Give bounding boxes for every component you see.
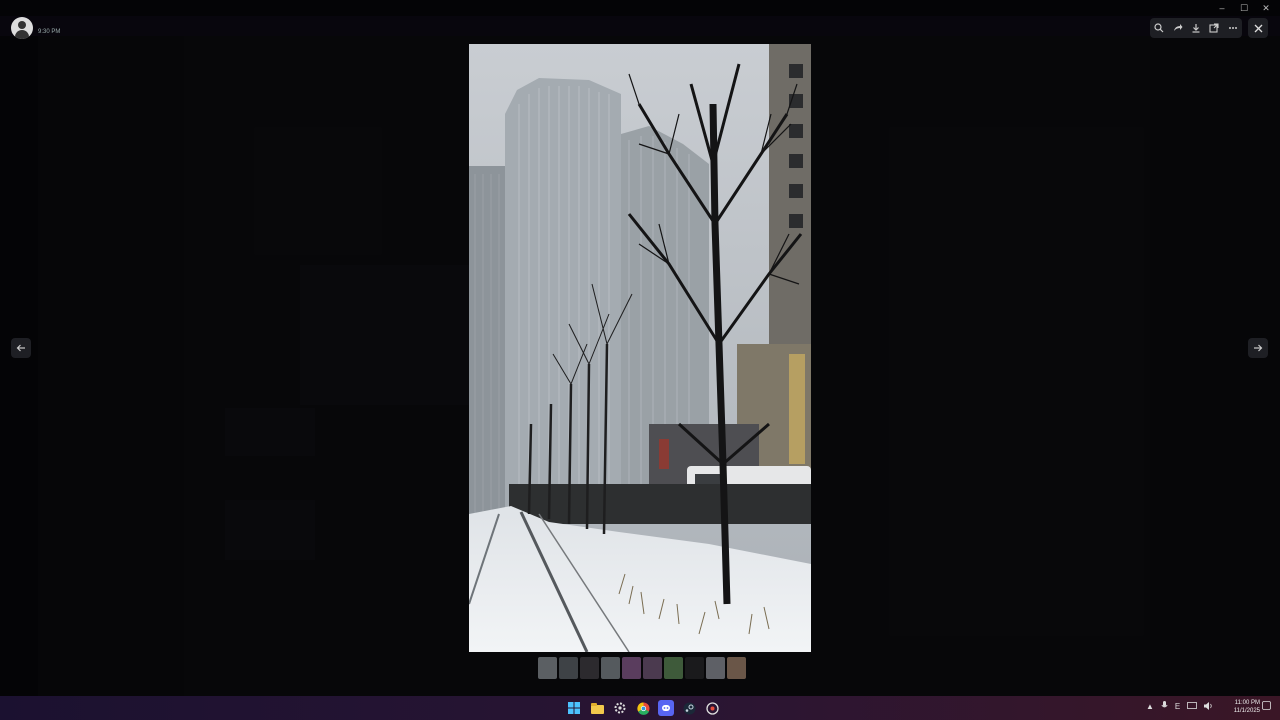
maximize-icon[interactable]: ☐ <box>1238 3 1250 14</box>
thumbnail[interactable] <box>706 657 725 679</box>
taskbar-clock[interactable]: 11:00 PM 11/1/2025 <box>1226 699 1260 715</box>
main-photo[interactable] <box>469 44 811 652</box>
next-image-button[interactable] <box>1248 338 1268 358</box>
thumbnail[interactable] <box>685 657 704 679</box>
close-viewer-button[interactable] <box>1248 18 1268 38</box>
volume-icon[interactable] <box>1204 701 1214 712</box>
more-icon[interactable] <box>1226 21 1240 35</box>
thumbnail[interactable] <box>727 657 746 679</box>
system-tray: ▲ E <box>1146 701 1214 712</box>
discord-icon[interactable] <box>658 700 674 716</box>
thumbnail[interactable] <box>601 657 620 679</box>
network-icon[interactable] <box>1187 701 1198 712</box>
taskbar-apps <box>566 700 720 716</box>
thumbnail-strip <box>538 657 746 679</box>
microphone-icon[interactable] <box>1161 701 1168 712</box>
viewer-toolbar <box>1150 18 1242 38</box>
previous-image-button[interactable] <box>11 338 31 358</box>
thumbnail[interactable] <box>580 657 599 679</box>
thumbnail[interactable] <box>622 657 641 679</box>
clock-time: 11:00 PM <box>1234 700 1260 706</box>
game-icon[interactable] <box>704 700 720 716</box>
arrow-left-icon <box>16 344 25 352</box>
tray-chevron-icon[interactable]: ▲ <box>1146 702 1154 711</box>
forward-icon[interactable] <box>1171 21 1185 35</box>
thumbnail[interactable] <box>643 657 662 679</box>
clock-date: 11/1/2025 <box>1233 708 1260 714</box>
message-timestamp: 9:30 PM <box>38 29 61 35</box>
arrow-right-icon <box>1254 344 1263 352</box>
open-external-icon[interactable] <box>1207 21 1221 35</box>
download-icon[interactable] <box>1189 21 1203 35</box>
language-indicator[interactable]: E <box>1175 702 1180 711</box>
close-window-icon[interactable]: ✕ <box>1260 3 1272 14</box>
settings-icon[interactable] <box>612 700 628 716</box>
user-avatar[interactable] <box>11 17 33 39</box>
zoom-in-icon[interactable] <box>1152 21 1166 35</box>
windows-start-icon[interactable] <box>566 700 582 716</box>
taskbar: ▲ E 11:00 PM 11/1/2025 <box>0 696 1280 720</box>
steam-icon[interactable] <box>681 700 697 716</box>
minimize-icon[interactable]: – <box>1216 3 1228 14</box>
notification-icon[interactable] <box>1262 701 1271 712</box>
window-controls: – ☐ ✕ <box>1216 3 1272 14</box>
thumbnail[interactable] <box>559 657 578 679</box>
file-explorer-icon[interactable] <box>589 700 605 716</box>
thumbnail[interactable] <box>538 657 557 679</box>
close-icon <box>1254 24 1262 32</box>
chrome-icon[interactable] <box>635 700 651 716</box>
thumbnail[interactable] <box>664 657 683 679</box>
